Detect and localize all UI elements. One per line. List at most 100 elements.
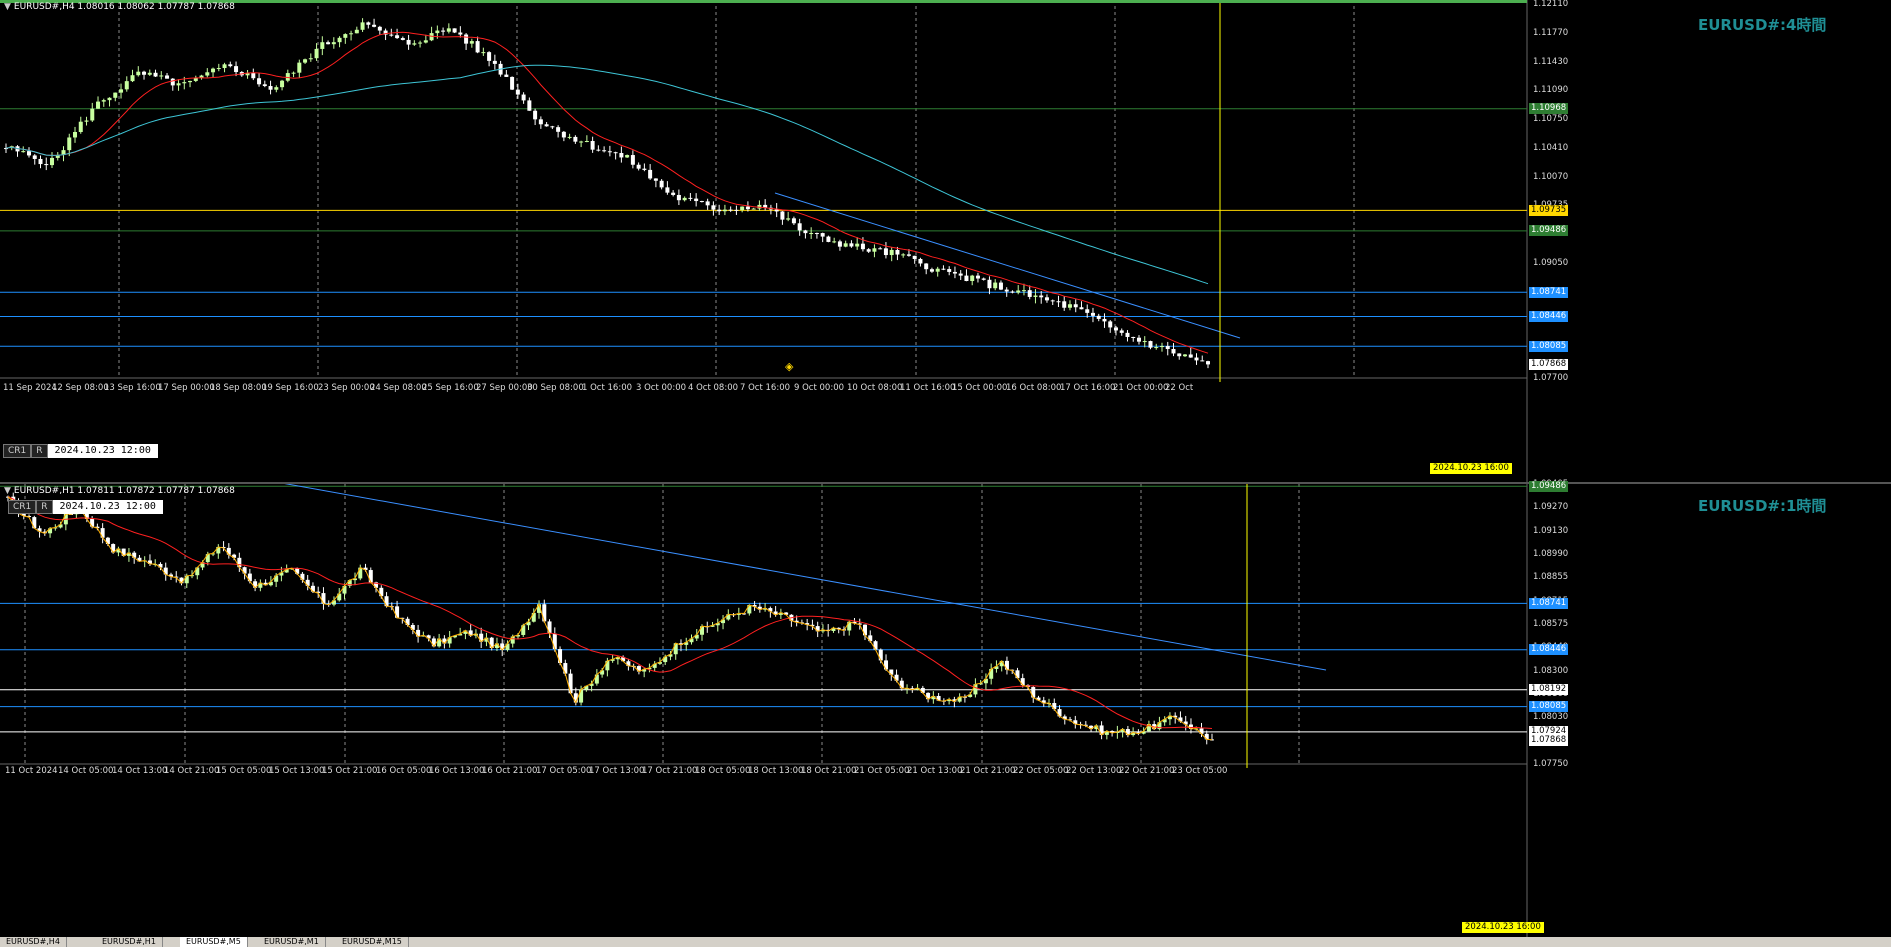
candle-body [607,151,612,153]
candle-body [372,24,377,27]
candle-body [205,554,210,563]
h4-symbol-header: ▼ EURUSD#,H4 1.08016 1.08062 1.07787 1.07… [4,2,235,12]
candle-body [21,151,26,153]
candle-body [826,236,831,242]
candle-body [1079,307,1084,310]
candle-body [563,663,568,674]
candle-body [642,168,647,170]
time-axis-label: 16 Oct 21:00 [482,766,538,776]
time-axis-label: 17 Oct 05:00 [536,766,592,776]
candle-body [384,596,389,607]
candle-body [820,233,825,237]
price-axis-label: 1.12110 [1533,0,1569,9]
candle-body [899,680,904,689]
candle-body [464,34,469,44]
candle-body [544,124,549,127]
candle-body [423,40,428,43]
candle-body [101,100,106,102]
candle-body [349,33,354,35]
time-axis-label: 25 Sep 16:00 [422,383,479,393]
candle-body [918,258,923,264]
candle-body [653,178,658,181]
candle-body [1027,290,1032,297]
h1-datetime-field[interactable]: 2024.10.23 12:00 [52,500,163,514]
price-axis-label: 1.11770 [1533,27,1569,38]
chart-tab[interactable]: EURUSD#,M15 [336,937,409,947]
price-axis-label: 1.07750 [1533,759,1569,769]
price-axis-label: 1.11430 [1533,56,1569,67]
price-axis-label: 1.08030 [1533,712,1569,723]
candle-body [124,81,129,90]
h4-chart-pane[interactable]: ◈ ▼ EURUSD#,H4 1.08016 1.08062 1.07787 1.… [0,0,1891,482]
candle-body [291,72,296,74]
chart-tab[interactable]: EURUSD#,M1 [258,937,326,947]
candle-body [67,137,72,151]
chart-tab[interactable]: EURUSD#,H1 [96,937,163,947]
time-axis-label: 11 Oct 2024 [5,766,58,776]
h4-datetime-field[interactable]: 2024.10.23 12:00 [47,444,158,458]
h1-crosshair-box[interactable]: CR1 R 2024.10.23 12:00 [8,500,163,514]
candle-body [625,155,630,158]
candle-body [182,82,187,84]
price-tag: 1.08085 [1529,340,1569,352]
candle-body [1125,332,1130,337]
h1-chart-pane[interactable]: ▼ EURUSD#,H1 1.07811 1.07872 1.07787 1.07… [0,479,1891,937]
chart-tab[interactable]: EURUSD#,H4 [0,937,67,947]
candle-body [889,249,894,256]
time-axis-label: 3 Oct 00:00 [636,383,687,393]
candle-body [1096,315,1101,319]
candle-body [847,621,852,631]
r-button[interactable]: R [31,444,48,458]
time-axis-label: 15 Oct 05:00 [216,766,272,776]
candle-body [184,575,189,584]
candle-body [342,585,347,594]
h1-chart-canvas[interactable] [0,484,1891,937]
candle-body [547,621,552,634]
h4-chart-canvas[interactable]: ◈ [0,0,1891,482]
chart-tab[interactable]: EURUSD#,M5 [180,937,248,947]
price-axis-label: 1.08575 [1533,619,1569,629]
cr1-button[interactable]: CR1 [8,500,37,514]
price-tag: 1.08446 [1529,311,1569,323]
candle-body [573,136,578,142]
candle-body [234,66,239,73]
time-axis-label: 12 Sep 08:00 [52,383,109,393]
candle-body [568,673,573,694]
candle-body [1119,330,1124,333]
h1-timeframe-title: EURUSD#:1時間 [1698,497,1827,515]
candle-body [487,52,492,61]
candle-body [379,587,384,597]
candle-body [50,157,55,166]
candle-body [849,243,854,247]
candle-body [1188,354,1193,358]
time-axis-label: 16 Oct 05:00 [376,766,432,776]
candle-body [797,223,802,231]
candle-body [38,158,43,165]
candle-body [475,41,480,53]
candle-body [27,151,32,156]
candle-body [527,100,532,111]
candle-body [1004,289,1009,292]
cr1-button[interactable]: CR1 [3,444,32,458]
candle-body [673,643,678,655]
time-axis-label: 23 Oct 05:00 [1172,766,1228,776]
candle-body [389,34,394,36]
candle-body [1165,346,1170,350]
time-axis-label: 27 Sep 00:00 [476,383,533,393]
candle-body [1194,357,1199,361]
candle-body [862,624,867,636]
eye-marker-icon: ◈ [785,360,794,373]
h4-crosshair-box[interactable]: CR1 R 2024.10.23 12:00 [3,444,158,458]
candle-body [510,76,515,90]
candle-body [343,34,348,38]
candle-body [630,155,635,165]
candle-body [366,22,371,25]
candle-body [358,567,363,579]
r-button[interactable]: R [36,500,53,514]
candle-body [878,248,883,250]
candle-body [1010,291,1015,293]
price-tag: 1.09735 [1529,204,1569,216]
collapse-triangle-icon[interactable]: ▼ [4,2,11,12]
collapse-triangle-icon[interactable]: ▼ [4,486,11,496]
candle-body [314,48,319,59]
